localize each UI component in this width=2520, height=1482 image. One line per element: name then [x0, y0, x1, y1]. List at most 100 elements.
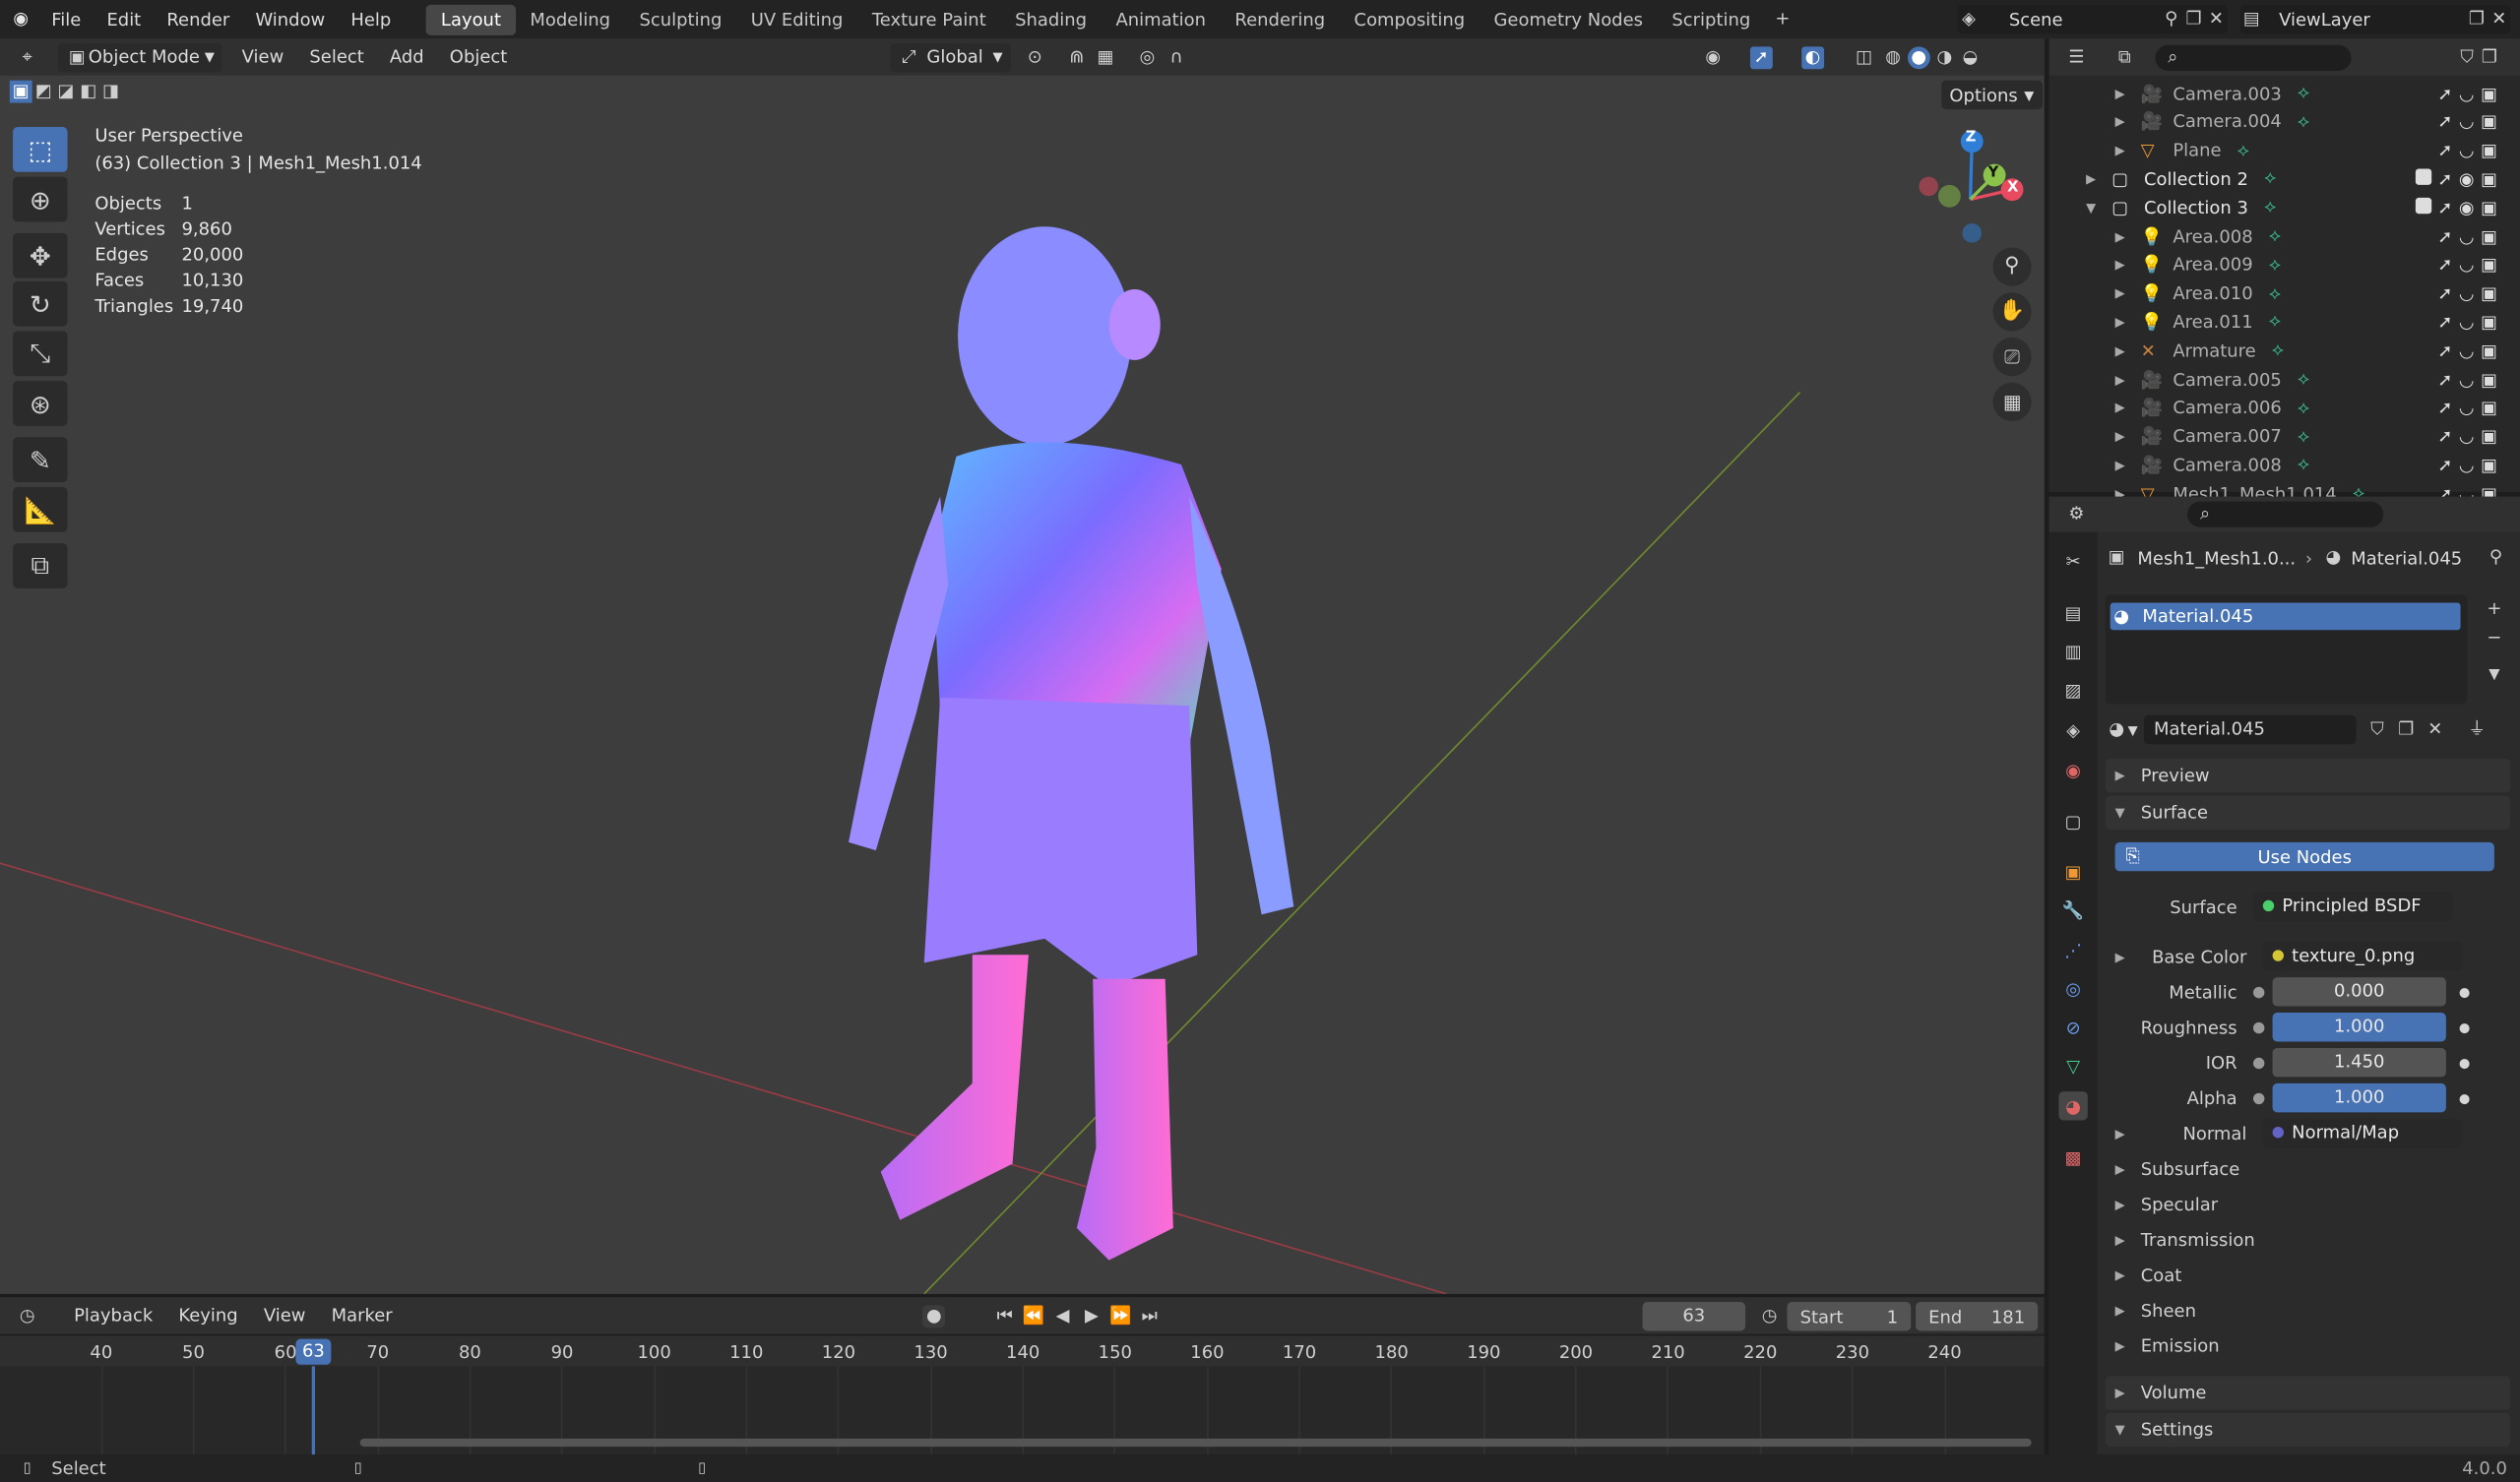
falloff-icon[interactable]: ∩ — [1165, 46, 1187, 69]
transform-tool-icon[interactable]: ⊛ — [13, 381, 68, 426]
outliner-search-input[interactable]: ⌕ — [2155, 43, 2352, 71]
expand-arrow-icon[interactable]: ▶ — [2115, 458, 2131, 472]
delete-view-layer-icon[interactable]: ✕ — [2488, 8, 2510, 31]
hide-icon[interactable]: ◡ — [2459, 312, 2475, 333]
hide-icon[interactable]: ◡ — [2459, 283, 2475, 304]
transform-orientation-dropdown[interactable]: ⤢ Global ▼ — [889, 42, 1011, 72]
base-color-expand-icon[interactable]: ▶ — [2115, 950, 2141, 964]
object-tab-icon[interactable]: ▣ — [2058, 857, 2087, 886]
timeline-menu-marker[interactable]: Marker — [319, 1305, 406, 1326]
workspace-tab-compositing[interactable]: Compositing — [1340, 4, 1480, 34]
texture-tab-icon[interactable]: ▩ — [2058, 1142, 2087, 1171]
preview-panel-header[interactable]: ▶ Preview — [2105, 758, 2511, 793]
outliner-row[interactable]: ▶ ▽ Plane ⟡ ➚ ◡ ▣ — [2050, 136, 2507, 164]
settings-panel-header[interactable]: ▼ Settings — [2105, 1412, 2511, 1448]
particles-tab-icon[interactable]: ⋰ — [2058, 936, 2087, 964]
object-mode-dropdown[interactable]: ▣ Object Mode ▼ — [57, 42, 223, 72]
selectable-icon[interactable]: ➚ — [2437, 197, 2452, 217]
eye-icon[interactable]: ◉ — [2459, 197, 2475, 217]
delete-scene-icon[interactable]: ✕ — [2205, 8, 2228, 31]
workspace-tab-shading[interactable]: Shading — [1000, 4, 1101, 34]
collection-tab-icon[interactable]: ▢ — [2058, 807, 2087, 835]
jump-keyframe-forward-icon[interactable]: ⏩ — [1109, 1305, 1132, 1328]
expand-arrow-icon[interactable]: ▼ — [2086, 201, 2102, 216]
pin-icon[interactable]: ⚲ — [2160, 8, 2182, 31]
cursor-tool-icon[interactable]: ⊕ — [13, 176, 68, 222]
hide-icon[interactable]: ◡ — [2459, 255, 2475, 276]
hide-icon[interactable]: ◡ — [2459, 140, 2475, 160]
play-icon[interactable]: ▶ — [1080, 1305, 1102, 1328]
material-tab-icon[interactable]: ◕ — [2058, 1091, 2088, 1121]
add-workspace-icon[interactable]: + — [1771, 8, 1794, 31]
roughness-keyframe-icon[interactable]: ● — [2459, 1019, 2470, 1034]
blender-logo-icon[interactable]: ◉ — [10, 8, 32, 31]
expand-arrow-icon[interactable]: ▶ — [2115, 429, 2131, 444]
shading-solid-icon[interactable]: ● — [1907, 45, 1930, 69]
base-color-field[interactable]: texture_0.png — [2262, 942, 2463, 971]
workspace-tab-scripting[interactable]: Scripting — [1658, 4, 1765, 34]
render-toggle-icon[interactable]: ▣ — [2481, 83, 2497, 103]
selectable-icon[interactable]: ➚ — [2437, 168, 2452, 189]
select-extend-icon[interactable]: ◩ — [32, 81, 55, 103]
duplicate-material-icon[interactable]: ❐ — [2395, 718, 2418, 741]
normal-field[interactable]: Normal/Map — [2262, 1118, 2463, 1148]
scene-tab-icon[interactable]: ◈ — [2058, 715, 2087, 744]
move-tool-icon[interactable]: ✥ — [13, 232, 68, 278]
metallic-keyframe-icon[interactable]: ● — [2459, 984, 2470, 999]
viewport-menu-add[interactable]: Add — [377, 46, 437, 67]
volume-panel-header[interactable]: ▶ Volume — [2105, 1376, 2511, 1410]
render-toggle-icon[interactable]: ▣ — [2481, 225, 2497, 246]
constraints-tab-icon[interactable]: ⊘ — [2058, 1013, 2087, 1041]
ior-keyframe-icon[interactable]: ● — [2459, 1055, 2470, 1070]
outliner-row[interactable]: ▶ ▢ Collection 2 ⟡ ➚ ◉ ▣ — [2050, 164, 2507, 193]
expand-arrow-icon[interactable]: ▶ — [2115, 286, 2131, 301]
remove-slot-icon[interactable]: − — [2483, 627, 2505, 649]
add-slot-icon[interactable]: + — [2483, 598, 2505, 621]
timeline-scrollbar[interactable] — [359, 1438, 2032, 1448]
selectable-icon[interactable]: ➚ — [2437, 369, 2452, 390]
new-collection-icon[interactable]: ❐ — [2479, 46, 2501, 69]
data-tab-icon[interactable]: ▽ — [2058, 1051, 2087, 1080]
select-subtract-icon[interactable]: ◪ — [55, 81, 78, 103]
hide-icon[interactable]: ◡ — [2459, 455, 2475, 475]
selectable-icon[interactable]: ➚ — [2437, 255, 2452, 276]
workspace-tab-texture-paint[interactable]: Texture Paint — [857, 4, 1000, 34]
jump-keyframe-back-icon[interactable]: ⏪ — [1023, 1305, 1045, 1328]
auto-keying-icon[interactable]: ● — [922, 1304, 946, 1328]
hide-icon[interactable]: ◡ — [2459, 83, 2475, 103]
fake-user-icon[interactable]: ⛉ — [2366, 718, 2389, 741]
hide-icon[interactable]: ◡ — [2459, 426, 2475, 447]
workspace-tab-animation[interactable]: Animation — [1102, 4, 1221, 34]
viewport-3d[interactable]: User Perspective (63) Collection 3 | Mes… — [0, 38, 2045, 1294]
menu-window[interactable]: Window — [242, 9, 338, 30]
material-slot-item[interactable]: ◕ Material.045 — [2110, 602, 2461, 631]
viewport-menu-object[interactable]: Object — [437, 46, 521, 67]
perspective-grid-icon[interactable]: ▦ — [1992, 382, 2032, 421]
properties-search-input[interactable]: ⌕ — [2187, 501, 2384, 527]
exclude-checkbox[interactable] — [2415, 197, 2431, 214]
gizmo-toggle-icon[interactable]: ➚ — [1749, 45, 1773, 69]
alpha-keyframe-icon[interactable]: ● — [2459, 1090, 2470, 1105]
outliner-row[interactable]: ▼ ▢ Collection 3 ⟡ ➚ ◉ ▣ — [2050, 193, 2507, 221]
hide-icon[interactable]: ◡ — [2459, 111, 2475, 132]
render-toggle-icon[interactable]: ▣ — [2481, 455, 2497, 475]
selectable-icon[interactable]: ➚ — [2437, 225, 2452, 246]
menu-help[interactable]: Help — [338, 9, 404, 30]
expand-arrow-icon[interactable]: ▶ — [2115, 86, 2131, 100]
play-reverse-icon[interactable]: ◀ — [1051, 1305, 1074, 1328]
editor-type-icon[interactable]: ⌖ — [16, 46, 38, 69]
viewport-menu-view[interactable]: View — [229, 46, 297, 67]
subpanel-transmission[interactable]: ▶ Transmission — [2115, 1223, 2255, 1256]
render-toggle-icon[interactable]: ▣ — [2481, 398, 2497, 418]
exclude-checkbox[interactable] — [2415, 168, 2431, 185]
subpanel-specular[interactable]: ▶ Specular — [2115, 1188, 2219, 1220]
material-name-field[interactable]: Material.045 — [2144, 714, 2357, 745]
outliner-row[interactable]: ▶ 🎥 Camera.007 ⟡ ➚ ◡ ▣ — [2050, 422, 2507, 451]
selectable-icon[interactable]: ➚ — [2437, 312, 2452, 333]
render-toggle-icon[interactable]: ▣ — [2481, 369, 2497, 390]
new-scene-icon[interactable]: ❐ — [2182, 8, 2205, 31]
pin-properties-icon[interactable]: ⚲ — [2485, 546, 2507, 569]
select-difference-icon[interactable]: ◧ — [77, 81, 99, 103]
scale-tool-icon[interactable]: ⤡ — [13, 331, 68, 377]
expand-arrow-icon[interactable]: ▶ — [2115, 315, 2131, 330]
